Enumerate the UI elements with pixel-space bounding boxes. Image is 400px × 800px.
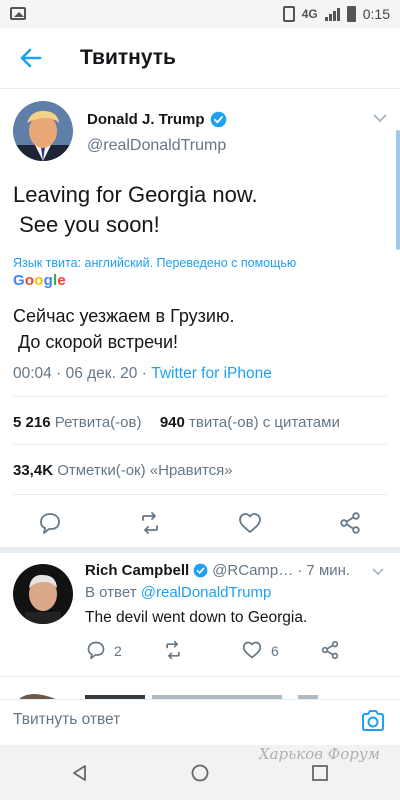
likes-label: Отметки(-ок) «Нравится» — [57, 462, 233, 479]
battery-icon — [346, 6, 356, 22]
chevron-down-icon[interactable] — [371, 567, 385, 577]
translated-text: Сейчас уезжаем в Грузию. До скорой встре… — [13, 306, 235, 352]
status-bar: 4G 0:15 — [0, 0, 400, 28]
stats-divider — [13, 444, 387, 445]
nav-back-icon[interactable] — [70, 763, 90, 783]
tweet-meta: 00:04 · 06 дек. 20 · Twitter for iPhone — [13, 365, 272, 382]
in-reply-to: В ответ @realDonaldTrump — [85, 584, 271, 601]
tweet-date: 06 дек. 20 — [65, 365, 138, 382]
meta-divider — [13, 396, 387, 397]
reply-divider — [0, 676, 400, 677]
google-logo: Google — [13, 272, 66, 289]
signal-icon — [324, 7, 340, 21]
reply-time: · 7 мин. — [297, 562, 351, 579]
quotes-count: 940 — [159, 414, 185, 431]
likes-count: 33,4K — [13, 462, 54, 479]
author-name[interactable]: Donald J. Trump — [87, 111, 205, 128]
reply-author-handle[interactable]: @RCamp… — [212, 562, 293, 579]
page-title: Твитнуть — [80, 46, 176, 69]
watermark: Харьков Форум — [258, 745, 380, 763]
retweets-label: Ретвита(-ов) — [54, 414, 142, 431]
verified-badge-icon — [193, 563, 208, 578]
compose-bar[interactable]: Твитнуть ответ — [0, 699, 400, 745]
like-icon[interactable] — [238, 511, 262, 535]
app-header: Твитнуть — [0, 28, 400, 88]
next-tweet-partial[interactable] — [0, 687, 400, 699]
chevron-down-icon[interactable] — [372, 112, 388, 124]
tweet-time: 00:04 — [13, 365, 52, 382]
retweets-count: 5 216 — [13, 414, 51, 431]
scrollbar[interactable] — [396, 130, 400, 250]
in-reply-prefix: В ответ — [85, 584, 137, 601]
header-divider — [0, 88, 400, 89]
reply-text: The devil went down to Georgia. — [85, 609, 308, 626]
back-arrow-icon[interactable] — [18, 45, 44, 71]
share-icon[interactable] — [320, 640, 340, 660]
translation-label[interactable]: Язык твита: английский. Переведено с пом… — [13, 256, 296, 270]
like-icon[interactable] — [242, 640, 262, 660]
retweet-icon[interactable] — [163, 640, 183, 660]
reply-icon[interactable] — [86, 640, 106, 660]
network-type: 4G — [301, 7, 318, 21]
vibrate-icon — [282, 6, 295, 22]
verified-badge-icon — [210, 111, 226, 128]
tweet-source[interactable]: Twitter for iPhone — [151, 365, 272, 382]
status-time: 0:15 — [362, 6, 390, 22]
avatar[interactable] — [13, 101, 73, 161]
likes-divider — [13, 494, 387, 495]
reply-author-name[interactable]: Rich Campbell — [85, 562, 189, 579]
system-nav-bar: Харьков Форум — [0, 745, 400, 800]
nav-recents-icon[interactable] — [310, 763, 330, 783]
retweet-stats[interactable]: 5 216 Ретвита(-ов) 940 твита(-ов) с цита… — [13, 414, 340, 431]
in-reply-mention[interactable]: @realDonaldTrump — [141, 584, 272, 601]
nav-home-icon[interactable] — [190, 763, 210, 783]
gallery-notification-icon — [10, 7, 26, 20]
reply-count: 2 — [114, 643, 122, 659]
reply-icon[interactable] — [38, 511, 62, 535]
tweet-text: Leaving for Georgia now. See you soon! — [13, 182, 258, 237]
retweet-icon[interactable] — [138, 511, 162, 535]
author-name-row: Donald J. Trump — [87, 111, 227, 128]
reply-avatar[interactable] — [13, 564, 73, 624]
camera-icon[interactable] — [360, 709, 386, 733]
author-handle[interactable]: @realDonaldTrump — [87, 137, 226, 155]
quotes-label: твита(-ов) с цитатами — [189, 414, 340, 431]
likes-stats[interactable]: 33,4K Отметки(-ок) «Нравится» — [13, 462, 233, 479]
like-count: 6 — [271, 643, 279, 659]
share-icon[interactable] — [338, 511, 362, 535]
reply-input[interactable]: Твитнуть ответ — [13, 711, 120, 729]
reply-header: Rich Campbell @RCamp… · 7 мин. — [85, 562, 350, 579]
